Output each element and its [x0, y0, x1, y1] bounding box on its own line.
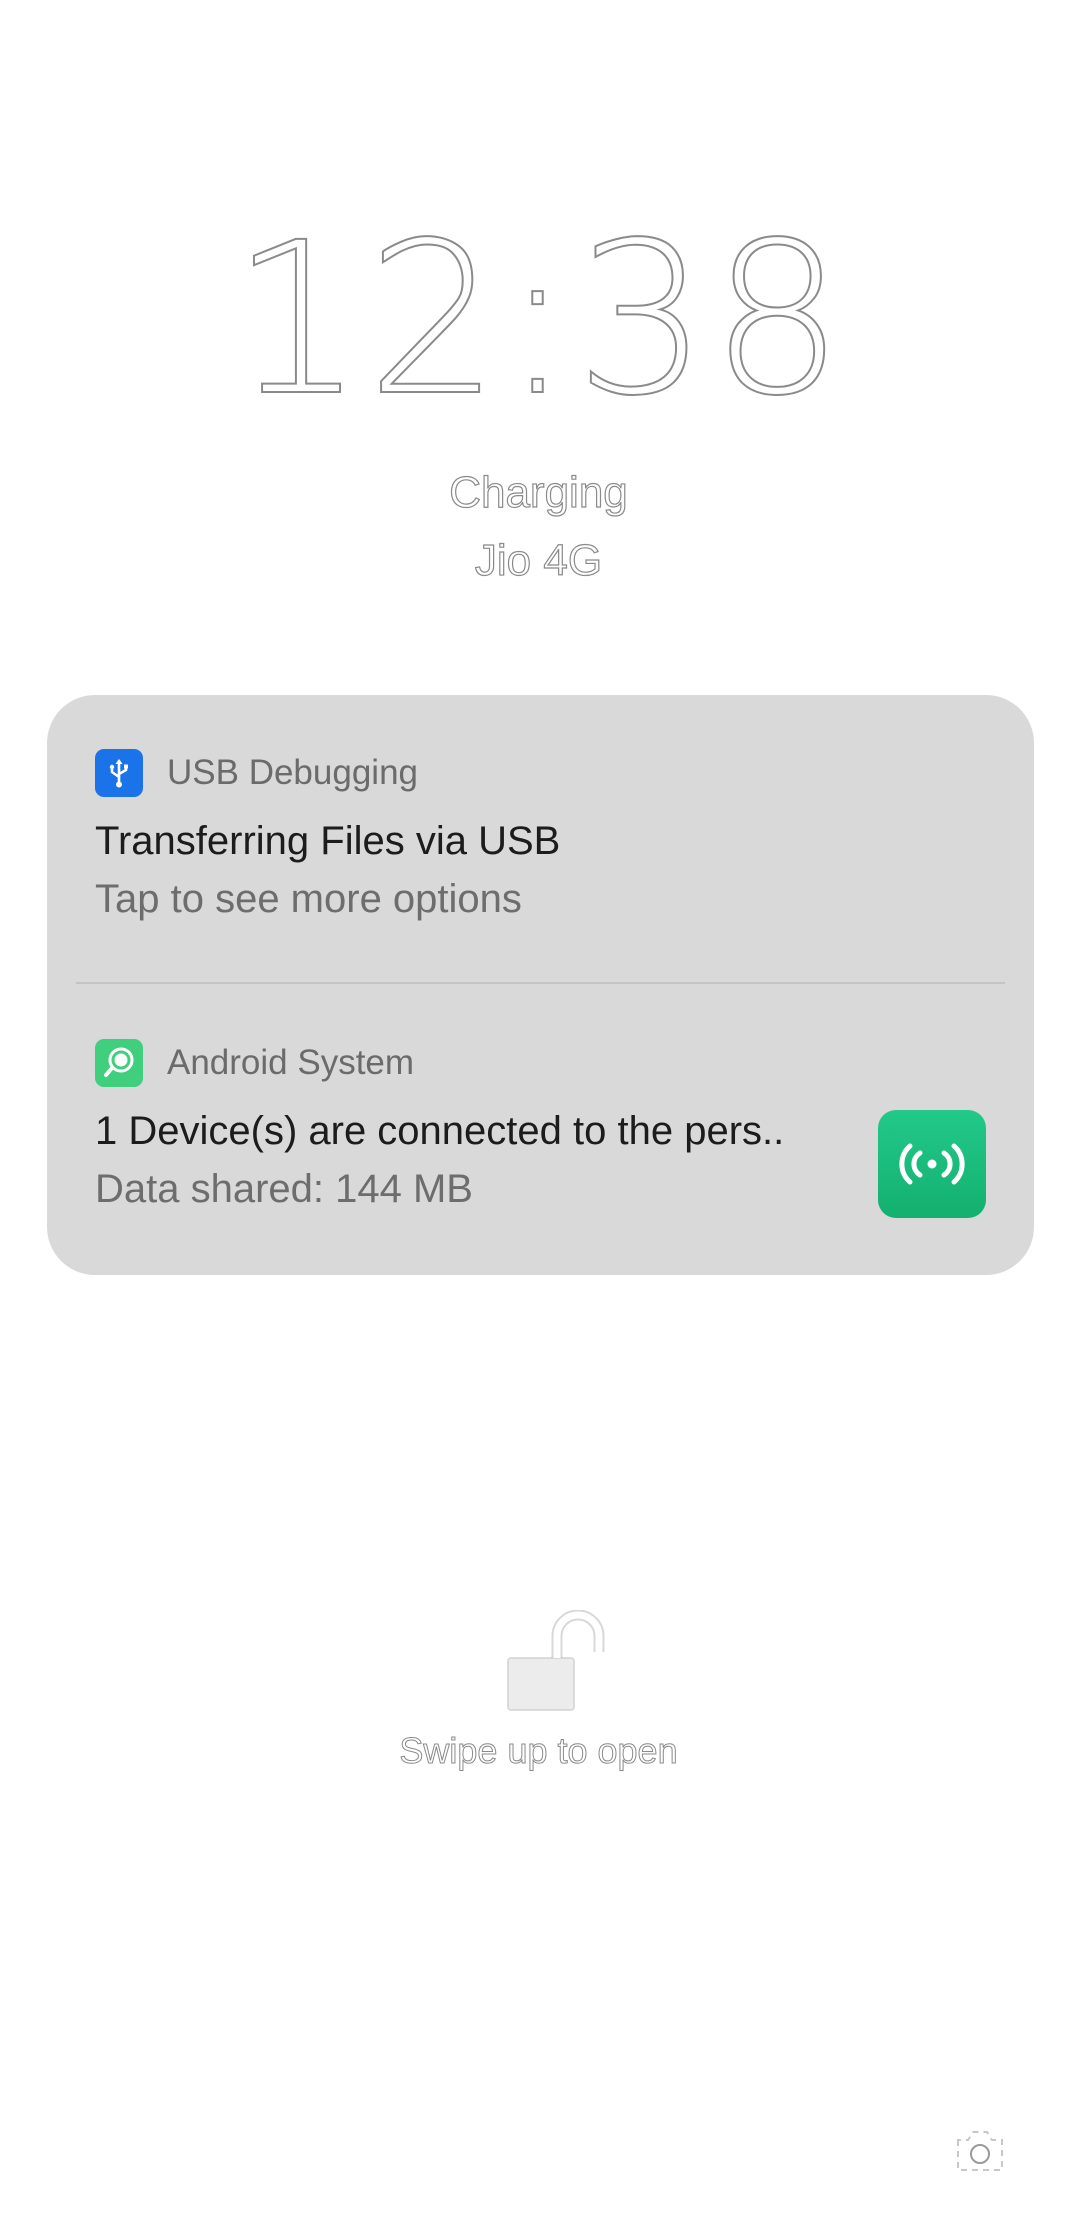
notification-usb-debugging[interactable]: USB Debugging Transferring Files via USB…: [47, 695, 1034, 982]
hotspot-icon: [878, 1110, 986, 1218]
usb-icon: [95, 749, 143, 797]
clock: 12:38: [230, 197, 847, 442]
notification-app-name: USB Debugging: [167, 753, 418, 792]
notification-android-system[interactable]: Android System 1 Device(s) are connected…: [47, 985, 1034, 1275]
camera-icon[interactable]: [950, 2120, 1010, 2180]
notification-app-name: Android System: [167, 1043, 415, 1082]
notification-header: USB Debugging: [95, 749, 418, 797]
notification-title: 1 Device(s) are connected to the pers..: [95, 1109, 785, 1153]
carrier-label: Jio 4G: [474, 535, 603, 585]
unlock-icon: [500, 1609, 610, 1715]
notification-text: Tap to see more options: [95, 877, 522, 921]
android-system-icon: [95, 1039, 143, 1087]
notification-header: Android System: [95, 1039, 414, 1087]
lock-screen: 12:38 Charging Jio 4G USB Debugging Tran…: [0, 0, 1077, 2232]
notification-title: Transferring Files via USB: [95, 819, 561, 863]
notification-divider: [76, 982, 1005, 984]
notification-panel: USB Debugging Transferring Files via USB…: [47, 695, 1034, 1275]
notification-text: Data shared: 144 MB: [95, 1167, 473, 1211]
charging-status: Charging: [449, 467, 629, 517]
unlock-hint: Swipe up to open: [399, 1730, 678, 1772]
